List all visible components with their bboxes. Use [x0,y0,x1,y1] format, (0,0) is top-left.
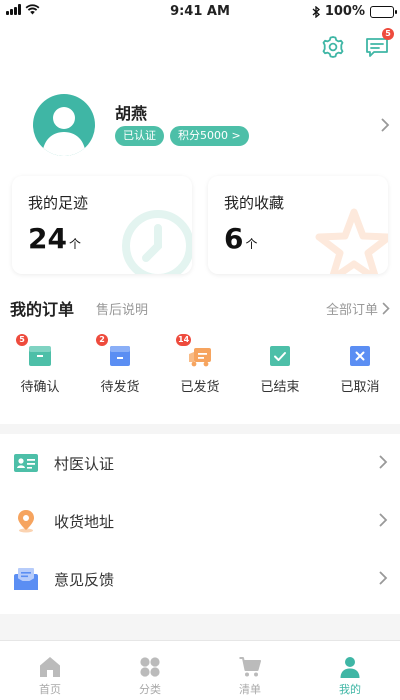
user-icon [339,656,361,678]
favorites-value: 6个 [224,222,258,255]
bluetooth-icon [312,5,320,18]
settings-button[interactable] [320,34,346,60]
favorites-title: 我的收藏 [224,194,285,212]
profile-row[interactable]: 胡燕 已认证 积分5000 > [33,94,400,158]
settings-menu: 村医认证 收货地址 意见反馈 [0,434,400,614]
id-card-icon [14,451,38,475]
status-bar: 9:41 AM 100% [0,0,400,24]
home-icon [39,656,61,678]
battery-percent: 100% [324,4,365,19]
tab-cart[interactable]: 清单 [200,641,300,700]
chevron-right-icon [382,302,390,315]
cart-icon [239,656,261,678]
menu-item-doctor-verify[interactable]: 村医认证 [0,434,400,492]
menu-item-label: 村医认证 [54,455,115,473]
footprint-title: 我的足迹 [28,194,89,212]
footprint-card[interactable]: 我的足迹 24 个 [12,176,192,274]
pending-confirm-icon [28,344,52,368]
tab-category[interactable]: 分类 [100,641,200,700]
footprint-unit: 个 [68,237,81,251]
avatar [33,94,95,156]
order-badge: 2 [96,334,108,346]
verified-badge: 已认证 [115,126,164,146]
star-icon [315,208,388,274]
finished-icon [268,344,292,368]
clock-icon [122,210,192,274]
truck-icon [188,344,212,368]
order-pending-confirm[interactable]: 5 待确认 [0,334,80,410]
profile-header: 5 胡燕 已认证 积分5000 > 我的足迹 24 个 我的收藏 6个 我的订单… [0,24,400,424]
order-label: 待发货 [100,380,140,395]
all-orders-label: 全部订单 [325,303,378,318]
feedback-envelope-icon [14,567,38,591]
user-silhouette-icon [42,107,86,156]
chevron-right-icon [379,513,388,527]
order-label: 已取消 [340,380,380,395]
orders-header: 我的订单 售后说明 全部订单 [10,296,390,320]
order-label: 已发货 [180,380,220,395]
tab-label: 首页 [39,683,61,696]
battery-icon [370,5,397,18]
favorites-count: 6 [224,222,244,255]
status-right: 100% [312,4,397,19]
menu-item-label: 意见反馈 [54,571,115,589]
order-badge: 14 [176,334,192,346]
tab-home[interactable]: 首页 [0,641,100,700]
location-pin-icon [14,509,38,533]
order-label: 待确认 [20,380,60,395]
menu-item-label: 收货地址 [54,513,115,531]
order-cancelled[interactable]: 已取消 [320,340,400,410]
points-badge[interactable]: 积分5000 > [170,126,249,146]
chevron-right-icon [379,455,388,469]
cancel-icon [348,344,372,368]
order-finished[interactable]: 已结束 [240,340,320,410]
profile-tags: 已认证 积分5000 > [115,126,249,146]
menu-item-address[interactable]: 收货地址 [0,492,400,550]
bottom-tab-bar: 首页 分类 清单 我的 [0,640,400,700]
all-orders-link[interactable]: 全部订单 [326,299,390,318]
footprint-value: 24 个 [28,222,81,255]
order-shipped[interactable]: 14 已发货 [160,334,240,410]
messages-button[interactable]: 5 [364,28,394,60]
category-icon [139,656,161,678]
order-label: 已结束 [260,380,300,395]
orders-title: 我的订单 [10,300,75,319]
after-sales-link[interactable]: 售后说明 [96,299,148,318]
tab-label: 分类 [139,683,161,696]
header-actions: 5 [320,28,394,60]
tab-me[interactable]: 我的 [300,641,400,700]
order-status-row: 5 待确认 2 待发货 14 已发货 已结束 已取消 [0,334,400,410]
gear-icon [322,36,344,58]
tab-label: 清单 [239,683,261,696]
menu-item-feedback[interactable]: 意见反馈 [0,550,400,608]
message-badge: 5 [382,28,394,40]
order-badge: 5 [16,334,28,346]
favorites-unit: 个 [245,237,258,251]
footprint-count: 24 [28,222,67,255]
user-name: 胡燕 [115,104,148,123]
order-pending-ship[interactable]: 2 待发货 [80,334,160,410]
favorites-card[interactable]: 我的收藏 6个 [208,176,388,274]
tab-label: 我的 [339,683,361,696]
pending-ship-icon [108,344,132,368]
chevron-right-icon [381,118,390,132]
chevron-right-icon [379,571,388,585]
